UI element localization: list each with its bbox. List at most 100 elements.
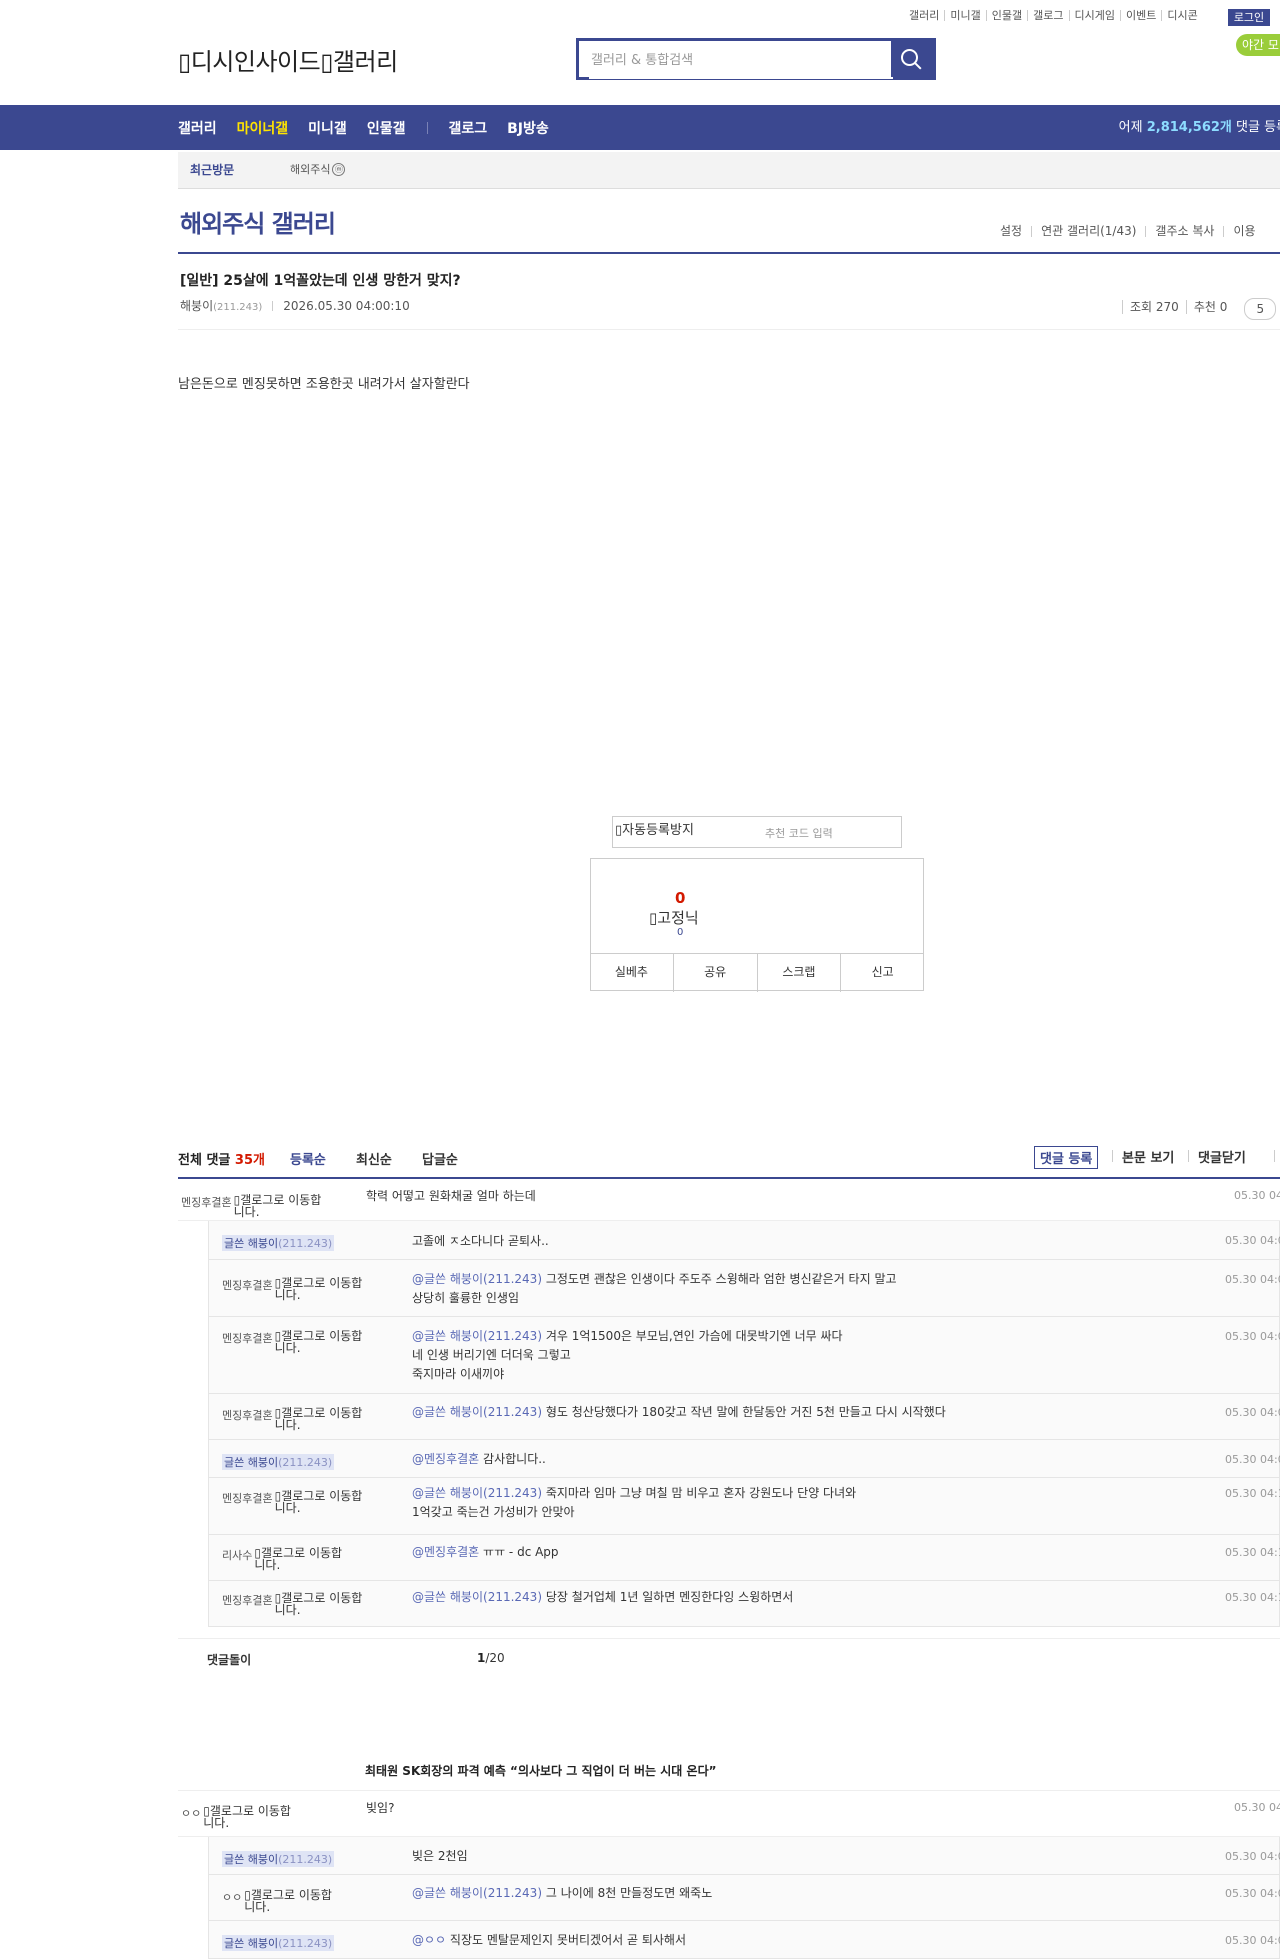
report-button[interactable]: 신고 <box>841 954 924 992</box>
reply-nick-author[interactable]: 글쓴 해붕이(211.243) <box>222 1454 335 1470</box>
search-button[interactable] <box>891 41 933 77</box>
view-body-button[interactable]: 본문 보기 <box>1122 1147 1174 1166</box>
header-divider <box>1188 1150 1189 1162</box>
post-divider <box>178 329 1280 330</box>
gallog-image-alt[interactable]: ▯갤로그로 이동합니다. <box>244 1889 334 1913</box>
gallog-image-alt[interactable]: ▯갤로그로 이동합니다. <box>275 1592 365 1616</box>
sort-reply[interactable]: 답글순 <box>422 1149 458 1168</box>
recent-gallery-link[interactable]: 해외주식 ⓜ <box>290 152 346 188</box>
comment-nick[interactable]: ㅇㅇ ▯갤로그로 이동합니다. <box>181 1805 293 1829</box>
login-button[interactable]: 로그인 <box>1228 9 1270 26</box>
nav-gallery[interactable]: 갤러리 <box>178 118 217 138</box>
reply-row: ㅇㅇ ▯갤로그로 이동합니다. @글쓴 해붕이(211.243) 그 나이에 8천… <box>208 1875 1280 1921</box>
silbe-recommend-button[interactable]: 실베추 <box>590 954 674 992</box>
reply-text: @글쓴 해붕이(211.243) 형도 청산당했다가 180갖고 작년 말에 한… <box>412 1405 946 1419</box>
comment-write-button[interactable]: 댓글 등록 <box>1034 1146 1099 1169</box>
nav-bj[interactable]: BJ방송 <box>507 118 549 138</box>
minor-badge-icon: ⓜ <box>332 163 346 176</box>
comment-count-button[interactable]: 5 <box>1244 298 1277 320</box>
recommend-up-count[interactable]: 0 <box>675 889 685 907</box>
gallog-image-alt[interactable]: ▯갤로그로 이동합니다. <box>275 1407 365 1431</box>
comment-row: 멘징후결혼 ▯갤로그로 이동합니다. 학력 어떻고 원화채굴 얼마 하는데 05.… <box>178 1179 1280 1221</box>
reply-nick[interactable]: 멘징후결혼 ▯갤로그로 이동합니다. <box>222 1592 365 1616</box>
fixed-nick-image-alt: ▯고정닉 <box>649 909 699 927</box>
search-input[interactable] <box>589 41 893 79</box>
comment-date: 05.30 04 <box>1234 1801 1280 1814</box>
reply-date: 05.30 04:0 <box>1225 1234 1280 1247</box>
global-nav: 갤러리 마이너갤 미니갤 인물갤 갤로그 BJ방송 어제 2,814,562개 … <box>0 105 1280 150</box>
reply-date: 05.30 04:0 <box>1225 1406 1280 1419</box>
post-meta: 해붕이(211.243) 2026.05.30 04:00:10 <box>180 297 410 314</box>
gallery-settings-link[interactable]: 설정 <box>994 225 1031 237</box>
reply-nick-author[interactable]: 글쓴 해붕이(211.243) <box>222 1851 335 1867</box>
nav-gallog[interactable]: 갤로그 <box>448 118 487 138</box>
logo-gallery-image-alt: ▯갤러리 <box>320 48 398 76</box>
post-body: 남은돈으로 멘징못하면 조용한곳 내려가서 살자할란다 <box>178 377 470 392</box>
header-divider <box>1274 1150 1275 1162</box>
reply-nick-author[interactable]: 글쓴 해붕이(211.243) <box>222 1235 335 1251</box>
reply-row: 멘징후결혼 ▯갤로그로 이동합니다. @글쓴 해붕이(211.243) 그정도면 … <box>208 1260 1280 1317</box>
sort-latest[interactable]: 최신순 <box>356 1149 392 1168</box>
post-author[interactable]: 해붕이 <box>180 299 213 313</box>
reply-nick[interactable]: 리사수 ▯갤로그로 이동합니다. <box>222 1547 344 1571</box>
recent-visit-bar: 최근방문 해외주식 ⓜ <box>178 152 1280 189</box>
util-event-link[interactable]: 이벤트 <box>1121 10 1163 21</box>
gallery-title[interactable]: 해외주식 갤러리 <box>180 204 336 239</box>
top-util-menu: 갤러리 미니갤 인물갤 갤로그 디시게임 이벤트 디시콘 <box>904 10 1203 21</box>
close-comments-button[interactable]: 댓글닫기 <box>1198 1147 1246 1166</box>
comment-bot-label: 댓글돌이 <box>207 1653 252 1667</box>
nav-mini-gallery[interactable]: 미니갤 <box>308 118 347 138</box>
comment-text: 학력 어떻고 원화채굴 얼마 하는데 <box>366 1189 536 1203</box>
nav-minor-gallery[interactable]: 마이너갤 <box>237 118 289 138</box>
gallog-image-alt[interactable]: ▯갤로그로 이동합니다. <box>254 1547 344 1571</box>
reply-row: 멘징후결혼 ▯갤로그로 이동합니다. @글쓴 해붕이(211.243) 죽지마라 … <box>208 1478 1280 1535</box>
gallog-image-alt[interactable]: ▯갤로그로 이동합니다. <box>275 1330 365 1354</box>
logo-site-image-alt: ▯디시인사이드 <box>178 48 321 76</box>
sort-registered[interactable]: 등록순 <box>290 1149 326 1168</box>
util-gallery-link[interactable]: 갤러리 <box>904 10 946 21</box>
reply-row: 글쓴 해붕이(211.243) 빚은 2천임 05.30 04:0 <box>208 1837 1280 1875</box>
post-title: [일반] 25살에 1억꼴았는데 인생 망한거 맞지? <box>180 273 461 289</box>
copy-address-link[interactable]: 갤주소 복사 <box>1145 225 1223 237</box>
share-button[interactable]: 공유 <box>674 954 758 992</box>
gallog-image-alt[interactable]: ▯갤로그로 이동합니다. <box>234 1194 324 1218</box>
reply-nick-author[interactable]: 글쓴 해붕이(211.243) <box>222 1935 335 1951</box>
gallog-image-alt[interactable]: ▯갤로그로 이동합니다. <box>203 1805 293 1829</box>
post-stats: 조회 270 추천 0 5 <box>1122 298 1277 320</box>
reply-date: 05.30 04:1 <box>1225 1546 1280 1559</box>
gallog-image-alt[interactable]: ▯갤로그로 이동합니다. <box>275 1277 365 1301</box>
gallery-menu: 설정 연관 갤러리(1/43) 갤주소 복사 이용 <box>994 225 1265 237</box>
reply-text: 고졸에 ㅈ소다니다 곧퇴사.. <box>412 1234 549 1248</box>
scrap-button[interactable]: 스크랩 <box>758 954 842 992</box>
night-mode-button[interactable]: 야간 모 <box>1236 34 1280 56</box>
reply-row: 멘징후결혼 ▯갤로그로 이동합니다. @글쓴 해붕이(211.243) 당장 철거… <box>208 1581 1280 1627</box>
site-logo[interactable]: ▯디시인사이드▯갤러리 <box>178 42 398 77</box>
reply-nick[interactable]: 멘징후결혼 ▯갤로그로 이동합니다. <box>222 1490 365 1514</box>
util-minigal-link[interactable]: 미니갤 <box>945 10 987 21</box>
captcha-box: ▯자동등록방지 추천 코드 입력 <box>612 816 902 848</box>
gallog-image-alt[interactable]: ▯갤로그로 이동합니다. <box>275 1490 365 1514</box>
related-article-title[interactable]: 최태원 SK회장의 파격 예측 “의사보다 그 직업이 더 버는 시대 온다” <box>365 1762 717 1779</box>
nav-person-gallery[interactable]: 인물갤 <box>367 118 406 138</box>
reply-date: 05.30 04:0 <box>1225 1850 1280 1863</box>
util-game-link[interactable]: 디시게임 <box>1070 10 1121 21</box>
usage-link[interactable]: 이용 <box>1223 225 1264 237</box>
reply-text: @글쓴 해붕이(211.243) 당장 철거업체 1년 일하면 멘징한다잉 스윙… <box>412 1590 794 1604</box>
header-divider <box>1112 1150 1113 1162</box>
reply-nick[interactable]: ㅇㅇ ▯갤로그로 이동합니다. <box>222 1889 334 1913</box>
recent-visit-title[interactable]: 최근방문 <box>190 152 234 188</box>
reply-nick[interactable]: 멘징후결혼 ▯갤로그로 이동합니다. <box>222 1277 365 1301</box>
captcha-input[interactable]: 추천 코드 입력 <box>765 825 833 841</box>
search-icon <box>901 49 918 66</box>
util-gallog-link[interactable]: 갤로그 <box>1028 10 1070 21</box>
post-recommend: 추천 0 <box>1185 300 1235 314</box>
yesterday-stats: 어제 2,814,562개 댓글 등록 <box>1118 120 1280 135</box>
reply-nick[interactable]: 멘징후결혼 ▯갤로그로 이동합니다. <box>222 1407 365 1431</box>
reply-nick[interactable]: 멘징후결혼 ▯갤로그로 이동합니다. <box>222 1330 365 1354</box>
util-person-link[interactable]: 인물갤 <box>987 10 1029 21</box>
related-galleries-link[interactable]: 연관 갤러리(1/43) <box>1031 225 1145 237</box>
comment-nick[interactable]: 멘징후결혼 ▯갤로그로 이동합니다. <box>181 1194 324 1218</box>
util-dccon-link[interactable]: 디시콘 <box>1162 10 1202 21</box>
comment-bot-paging[interactable]: 1/20 <box>477 1651 505 1665</box>
reply-date: 05.30 04:0 <box>1225 1934 1280 1947</box>
